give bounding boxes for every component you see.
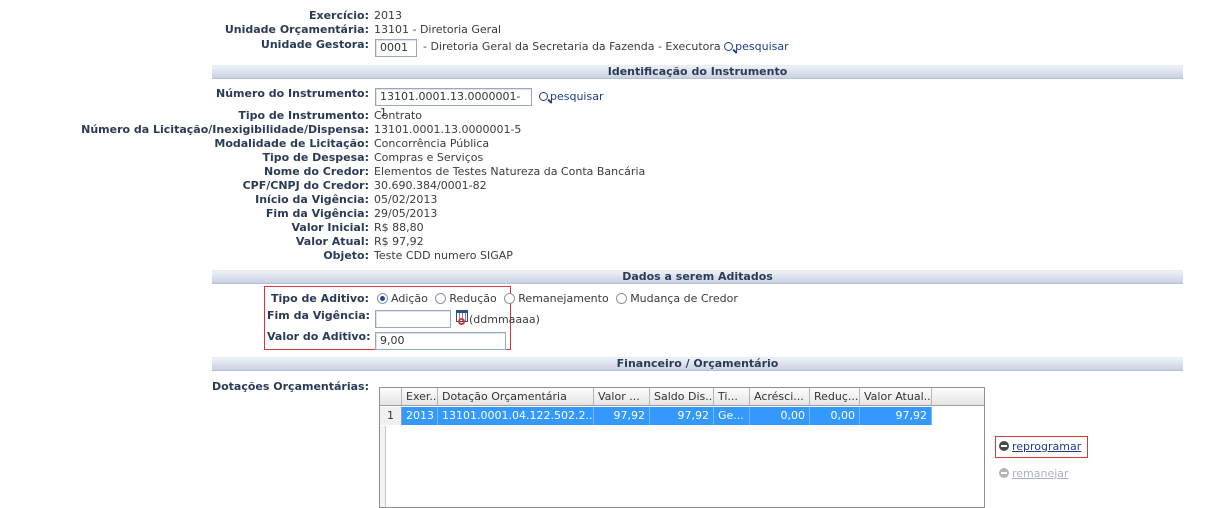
- col-header-saldo[interactable]: Saldo Dis...: [650, 388, 714, 406]
- valor-inicial-value: R$ 88,80: [374, 221, 424, 234]
- valor-atual-value: R$ 97,92: [374, 235, 424, 248]
- valor-aditivo-input[interactable]: 9,00: [375, 332, 506, 350]
- objeto-label: Objeto:: [323, 249, 369, 262]
- search-icon: [539, 92, 548, 101]
- radio-selected-icon: [377, 293, 388, 304]
- grid-corner: [380, 388, 402, 406]
- objeto-value: Teste CDD numero SIGAP: [374, 249, 513, 262]
- radio-adicao[interactable]: Adição: [377, 292, 428, 305]
- cell-reducao: 0,00: [810, 407, 860, 425]
- radio-reducao[interactable]: Redução: [435, 292, 497, 305]
- inicio-vigencia-value: 05/02/2013: [374, 193, 438, 206]
- pesquisar-label: pesquisar: [550, 90, 604, 103]
- reprogramar-button[interactable]: reprogramar: [999, 440, 1081, 453]
- unidade-gestora-label: Unidade Gestora:: [260, 38, 369, 51]
- exercicio-value: 2013: [374, 9, 402, 22]
- cpf-cnpj-value: 30.690.384/0001-82: [374, 179, 487, 192]
- tipo-despesa-value: Compras e Serviços: [374, 151, 484, 164]
- nome-credor-value: Elementos de Testes Natureza da Conta Ba…: [374, 165, 646, 178]
- col-header-exercicio[interactable]: Exer...: [402, 388, 438, 406]
- tipo-aditivo-radio-group: Adição Redução Remanejamento Mudança de …: [377, 292, 738, 305]
- radio-mudanca-credor[interactable]: Mudança de Credor: [616, 292, 738, 305]
- col-header-acrescimo[interactable]: Acrésci...: [750, 388, 810, 406]
- fim-vigencia-hint: (ddmmaaaa): [469, 313, 540, 326]
- modalidade-label: Modalidade de Licitação:: [214, 137, 369, 150]
- remanejar-label: remanejar: [1012, 467, 1069, 480]
- grid-left-gutter: [380, 426, 386, 507]
- dotacoes-grid[interactable]: Exer... Dotação Orçamentária Valor ... S…: [379, 387, 985, 508]
- cell-acrescimo: 0,00: [750, 407, 810, 425]
- dotacoes-label: Dotações Orçamentárias:: [211, 380, 369, 393]
- search-icon: [724, 42, 734, 51]
- col-header-dotacao[interactable]: Dotação Orçamentária: [438, 388, 594, 406]
- fim-vigencia-aditivo-label: Fim da Vigência:: [267, 309, 371, 322]
- minus-circle-icon: [999, 441, 1009, 451]
- col-header-reducao[interactable]: Reduç...: [810, 388, 860, 406]
- radio-remanejamento[interactable]: Remanejamento: [504, 292, 609, 305]
- section-financeiro: Financeiro / Orçamentário: [212, 357, 1183, 371]
- unidade-orcamentaria-label: Unidade Orçamentária:: [224, 23, 369, 36]
- section-identificacao: Identificação do Instrumento: [212, 65, 1183, 79]
- unidade-gestora-input[interactable]: 0001: [375, 39, 417, 57]
- numero-licitacao-label: Número da Licitação/Inexigibilidade/Disp…: [81, 123, 369, 136]
- fim-vigencia-value: 29/05/2013: [374, 207, 438, 220]
- tipo-instrumento-value: Contrato: [374, 109, 423, 122]
- pesquisar-label: pesquisar: [735, 40, 789, 53]
- modalidade-value: Concorrência Pública: [374, 137, 490, 150]
- tipo-instrumento-label: Tipo de Instrumento:: [238, 109, 369, 122]
- radio-adicao-label: Adição: [391, 292, 428, 305]
- radio-remanejamento-label: Remanejamento: [518, 292, 609, 305]
- valor-aditivo-label: Valor do Aditivo:: [267, 330, 371, 343]
- unidade-gestora-desc-row: - Diretoria Geral da Secretaria da Fazen…: [423, 40, 789, 53]
- tipo-aditivo-label: Tipo de Aditivo:: [270, 292, 369, 305]
- numero-instrumento-label: Número do Instrumento:: [216, 87, 369, 100]
- nome-credor-label: Nome do Credor:: [264, 165, 369, 178]
- remanejar-button[interactable]: remanejar: [999, 467, 1069, 480]
- section-dados-aditados: Dados a serem Aditados: [212, 270, 1183, 284]
- cell-tipo: Ge...: [714, 407, 750, 425]
- tipo-despesa-label: Tipo de Despesa:: [262, 151, 369, 164]
- cell-saldo: 97,92: [650, 407, 714, 425]
- pesquisar-unidade-link[interactable]: pesquisar: [724, 40, 789, 53]
- minus-circle-icon: [999, 468, 1009, 478]
- col-header-valor[interactable]: Valor ...: [594, 388, 650, 406]
- radio-reducao-label: Redução: [449, 292, 497, 305]
- numero-licitacao-value: 13101.0001.13.0000001-5: [374, 123, 522, 136]
- unidade-gestora-desc: - Diretoria Geral da Secretaria da Fazen…: [423, 40, 721, 53]
- fim-vigencia-input[interactable]: [375, 310, 451, 328]
- unidade-orcamentaria-value: 13101 - Diretoria Geral: [374, 23, 501, 36]
- exercicio-label: Exercício:: [308, 9, 369, 22]
- inicio-vigencia-label: Início da Vigência:: [255, 193, 369, 206]
- row-number: 1: [380, 407, 402, 425]
- reprogramar-label: reprogramar: [1012, 440, 1082, 453]
- valor-inicial-label: Valor Inicial:: [291, 221, 370, 234]
- cell-dotacao: 13101.0001.04.122.502.2...: [438, 407, 594, 425]
- pesquisar-instrumento-link[interactable]: pesquisar: [539, 90, 604, 103]
- cursor-indicator-icon: [458, 318, 465, 325]
- radio-icon: [504, 293, 516, 304]
- col-header-filler: [932, 388, 984, 406]
- cell-valor-atual: 97,92: [860, 407, 932, 425]
- fim-vigencia-label: Fim da Vigência:: [265, 207, 369, 220]
- numero-instrumento-input[interactable]: 13101.0001.13.0000001-1: [375, 88, 532, 119]
- radio-icon: [435, 293, 447, 304]
- col-header-valor-atual[interactable]: Valor Atual...: [860, 388, 932, 406]
- cell-exercicio: 2013: [402, 407, 438, 425]
- cpf-cnpj-label: CPF/CNPJ do Credor:: [242, 179, 369, 192]
- valor-atual-label: Valor Atual:: [295, 235, 369, 248]
- col-header-tipo[interactable]: Ti...: [714, 388, 750, 406]
- radio-icon: [616, 293, 628, 304]
- radio-mudanca-credor-label: Mudança de Credor: [630, 292, 738, 305]
- cell-valor: 97,92: [594, 407, 650, 425]
